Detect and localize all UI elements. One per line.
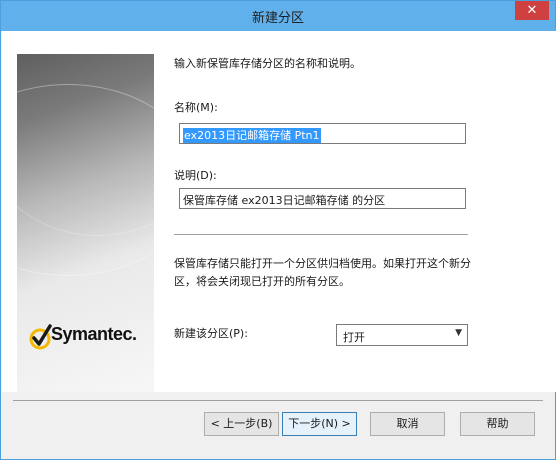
name-field[interactable]: ex2013日记邮箱存储 Ptn1	[179, 123, 466, 144]
chevron-down-icon: ▼	[455, 328, 462, 338]
title-bar[interactable]: 新建分区 ✕	[1, 1, 555, 31]
create-partition-select[interactable]: 打开 ▼	[336, 324, 468, 346]
checkmark-icon	[29, 324, 52, 350]
wizard-banner: Symantec.	[17, 54, 154, 392]
description-field[interactable]: 保管库存储 ex2013日记邮箱存储 的分区	[179, 188, 466, 209]
description-label: 说明(D):	[174, 169, 217, 182]
description-field-value: 保管库存储 ex2013日记邮箱存储 的分区	[183, 194, 386, 207]
select-value: 打开	[343, 331, 365, 344]
footer-divider	[13, 400, 543, 401]
partition-note: 保管库存储只能打开一个分区供归档使用。如果打开这个新分区，将会关闭现已打开的所有…	[174, 257, 471, 288]
cancel-button[interactable]: 取消	[370, 412, 445, 436]
name-label: 名称(M):	[174, 101, 218, 114]
symantec-logo: Symantec.	[29, 322, 149, 354]
banner-wave	[17, 84, 154, 276]
name-field-value: ex2013日记邮箱存储 Ptn1	[183, 128, 321, 143]
prompt-text: 输入新保管库存储分区的名称和说明。	[174, 57, 361, 70]
back-button[interactable]: < 上一步(B)	[204, 412, 279, 436]
window-title: 新建分区	[251, 11, 304, 26]
close-button[interactable]: ✕	[515, 1, 549, 20]
new-partition-dialog: 新建分区 ✕ Symantec. 输入新保管库存储分区的名称和说明。 名称(M)…	[0, 0, 556, 460]
dialog-content: Symantec. 输入新保管库存储分区的名称和说明。 名称(M): ex201…	[2, 31, 556, 392]
logo-text: Symantec.	[51, 324, 137, 344]
help-button[interactable]: 帮助	[460, 412, 535, 436]
close-icon: ✕	[526, 3, 538, 18]
create-partition-label: 新建该分区(P):	[174, 327, 248, 340]
divider	[174, 234, 468, 235]
next-button[interactable]: 下一步(N) >	[282, 412, 357, 436]
